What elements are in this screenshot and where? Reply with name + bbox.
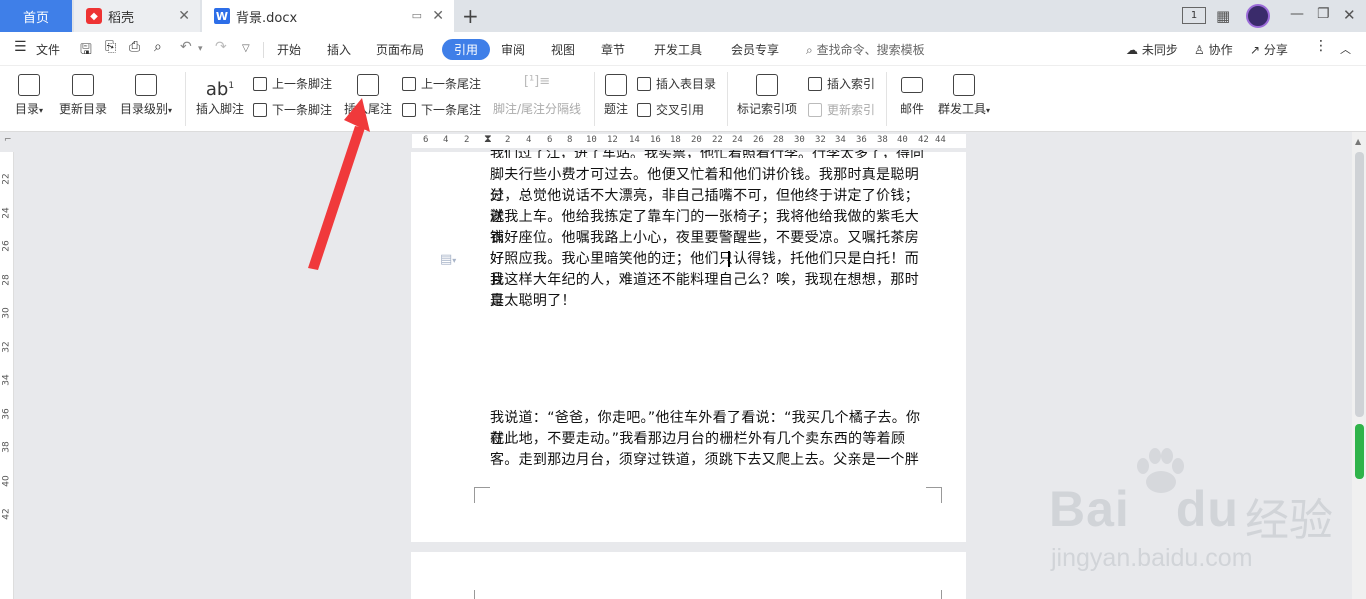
- watermark-url: jingyan.baidu.com: [1051, 544, 1253, 572]
- watermark-brand: Bai du: [1049, 481, 1239, 537]
- baidu-watermark: Bai du 经验 jingyan.baidu.com: [1045, 448, 1365, 598]
- watermark-cn: 经验: [1245, 495, 1333, 546]
- arrow-shaft: [308, 126, 365, 270]
